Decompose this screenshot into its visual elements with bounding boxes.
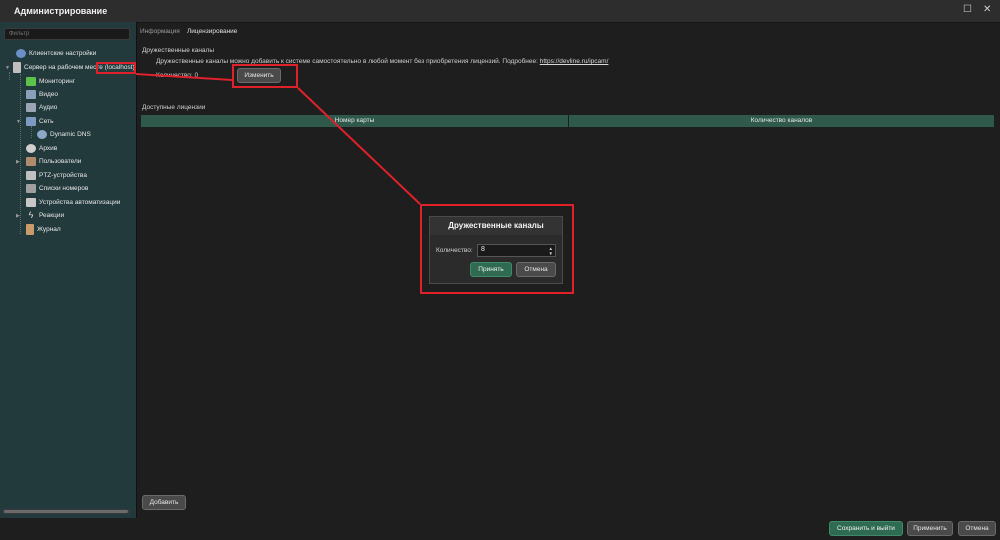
friendly-channels-dialog: Дружественные каналы Количество: 8 ▲ ▼ П… [429, 216, 563, 284]
footer-bar: Сохранить и выйти Применить Отмена [0, 518, 1000, 540]
annotation-box-change [232, 64, 298, 88]
annotation-line [135, 73, 233, 81]
dialog-title: Дружественные каналы [430, 217, 562, 235]
dialog-quantity-label: Количество: [436, 247, 473, 254]
dialog-cancel-button[interactable]: Отмена [516, 262, 556, 277]
quantity-value[interactable]: 8 [481, 246, 485, 253]
apply-button[interactable]: Применить [907, 521, 953, 536]
stepper-down-icon[interactable]: ▼ [549, 251, 553, 256]
accept-button[interactable]: Принять [470, 262, 512, 277]
annotation-box-localhost [96, 62, 136, 74]
cancel-button[interactable]: Отмена [958, 521, 996, 536]
annotation-line [297, 87, 421, 205]
quantity-stepper[interactable]: 8 ▲ ▼ [477, 244, 556, 257]
save-exit-button[interactable]: Сохранить и выйти [829, 521, 903, 536]
